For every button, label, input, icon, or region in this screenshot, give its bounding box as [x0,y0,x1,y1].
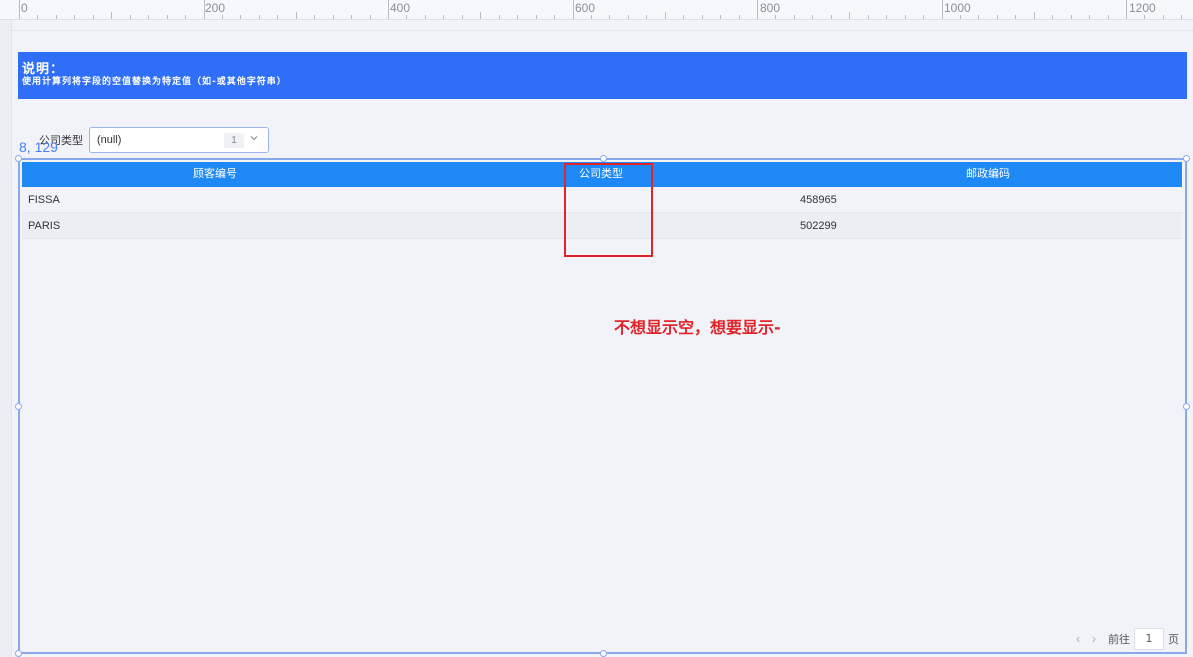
resize-handle-bottom[interactable] [600,650,607,657]
goto-label: 前往 [1108,633,1130,646]
highlight-box [564,163,653,257]
left-ruler [0,20,12,657]
ruler-ticks [19,0,1182,19]
column-header-customer-id[interactable]: 顾客编号 [22,162,408,187]
ruler-label: 0 [21,1,28,15]
resize-handle-bottom-left[interactable] [15,650,22,657]
ruler-label: 800 [760,1,781,15]
banner-title: 说明： [22,62,65,77]
description-banner: 说明： 使用计算列将字段的空值替换为特定值（如-或其他字符串） [18,52,1187,99]
column-header-postal-code[interactable]: 邮政编码 [794,162,1182,187]
chevron-right-icon[interactable]: › [1086,632,1102,646]
chevron-left-icon[interactable]: ‹ [1070,632,1086,646]
table-cell: 502299 [800,220,837,232]
resize-handle-top-right[interactable] [1183,155,1190,162]
ruler-label: 1200 [1129,1,1156,15]
company-type-select[interactable]: (null) 1 [89,127,269,153]
selection-coords: 8, 129 [19,139,58,155]
resize-handle-left[interactable] [15,403,22,410]
chevron-down-icon[interactable] [249,133,259,146]
page-suffix: 页 [1168,633,1179,646]
table-cell: FISSA [28,194,60,206]
select-value: (null) [97,134,122,146]
ruler-label: 200 [205,1,226,15]
resize-handle-top[interactable] [600,155,607,162]
ruler-label: 400 [390,1,411,15]
ruler-label: 600 [575,1,596,15]
annotation-text: 不想显示空，想要显示- [614,318,781,337]
select-count-badge: 1 [224,133,244,148]
table-cell: PARIS [28,220,61,232]
resize-handle-top-left[interactable] [15,155,22,162]
banner-text: 使用计算列将字段的空值替换为特定值（如-或其他字符串） [22,77,287,87]
table-cell: 458965 [800,194,837,206]
ruler-guide [12,21,1193,31]
resize-handle-right[interactable] [1183,403,1190,410]
ruler-label: 1000 [944,1,971,15]
top-ruler: 0 200 400 600 800 1000 1200 [0,0,1193,20]
pagination: ‹ › 前往 1 页 [1070,627,1179,651]
page-input[interactable]: 1 [1134,628,1164,650]
